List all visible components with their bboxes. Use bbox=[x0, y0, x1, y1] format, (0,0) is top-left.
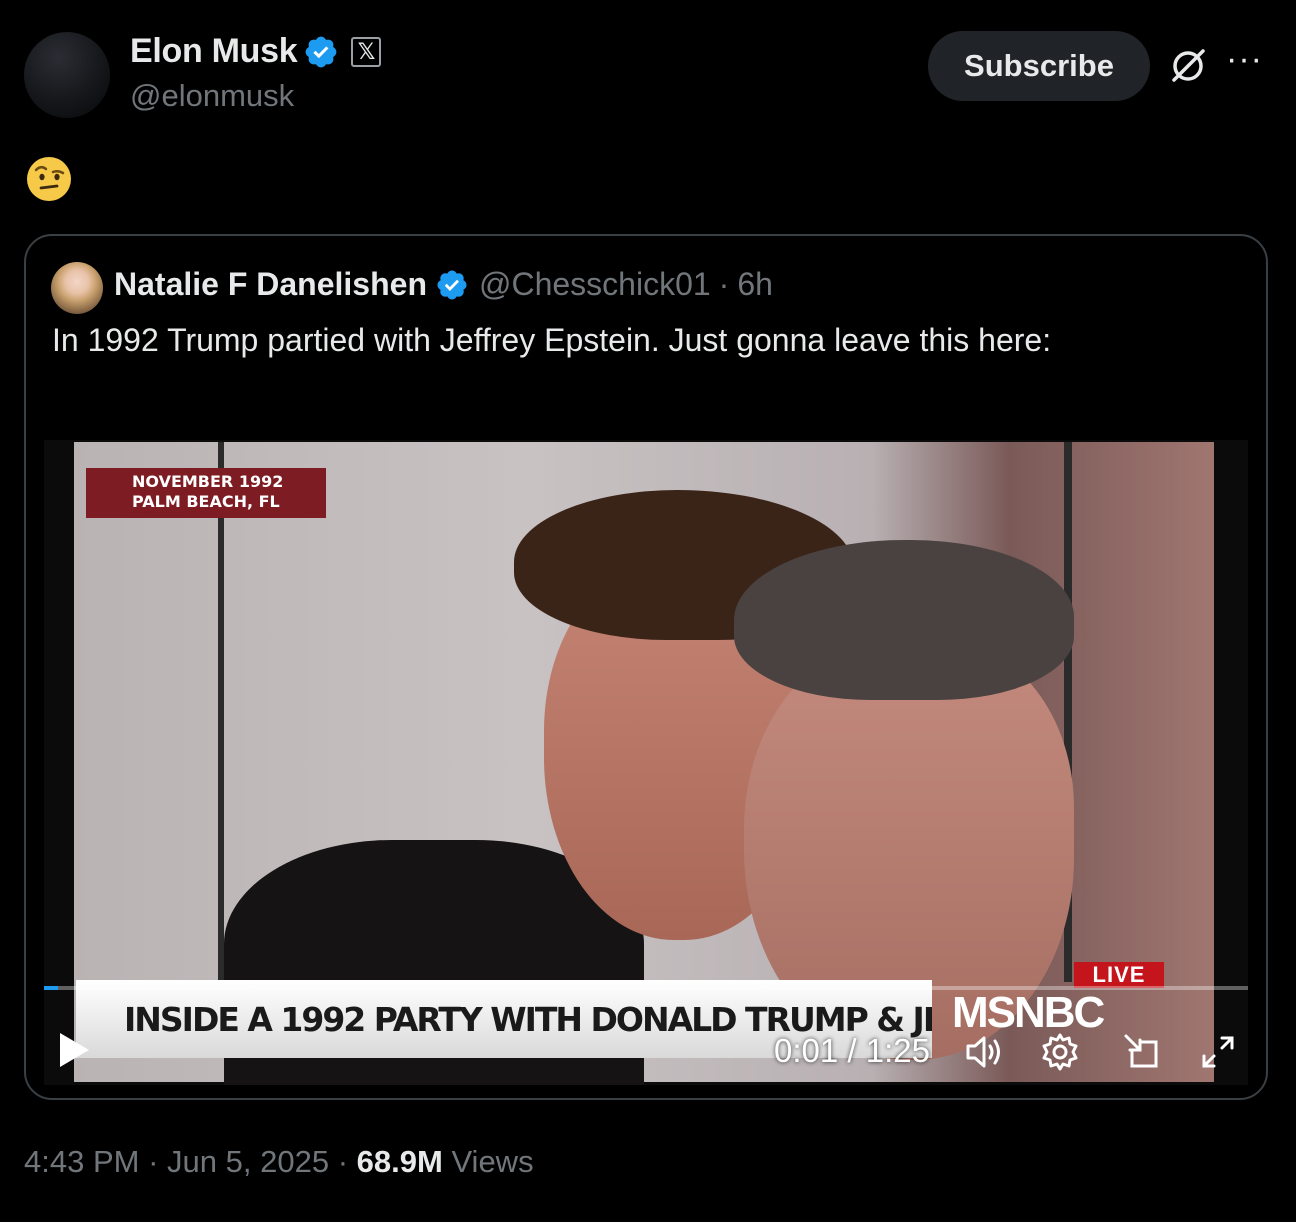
video-live-tag: LIVE bbox=[1074, 962, 1164, 988]
x-affiliate-icon[interactable]: 𝕏 bbox=[351, 36, 382, 67]
verified-badge-icon bbox=[305, 36, 337, 67]
author-name-row[interactable]: Elon Musk 𝕏 bbox=[130, 32, 382, 71]
video-time-display: 0:01 / 1:25 bbox=[774, 1032, 930, 1069]
raised-eyebrow-emoji-icon bbox=[27, 157, 71, 201]
video-date-overlay: NOVEMBER 1992 PALM BEACH, FL bbox=[86, 468, 326, 518]
author-name[interactable]: Elon Musk bbox=[130, 32, 298, 71]
author-handle[interactable]: @elonmusk bbox=[130, 78, 294, 114]
video-scrubber-progress bbox=[44, 986, 59, 990]
video-scrubber[interactable] bbox=[44, 986, 1248, 990]
fullscreen-icon[interactable] bbox=[1196, 1030, 1240, 1074]
post-meta: 4:43 PM · Jun 5, 2025 · 68.9M Views bbox=[24, 1144, 534, 1180]
quoted-author-handle[interactable]: @Chesschick01 bbox=[479, 266, 711, 303]
video-date-line: NOVEMBER 1992 bbox=[132, 472, 284, 491]
quoted-author-name[interactable]: Natalie F Danelishen bbox=[114, 266, 427, 303]
more-icon[interactable]: ··· bbox=[1226, 40, 1263, 79]
author-avatar[interactable] bbox=[24, 32, 110, 118]
video-location-line: PALM BEACH, FL bbox=[132, 492, 280, 511]
subscribe-button[interactable]: Subscribe bbox=[928, 31, 1150, 101]
play-icon[interactable] bbox=[56, 1030, 92, 1070]
gear-icon[interactable] bbox=[1038, 1030, 1082, 1074]
quoted-post-text: In 1992 Trump partied with Jeffrey Epste… bbox=[52, 322, 1052, 358]
video-frame-divider bbox=[218, 442, 224, 982]
post-date[interactable]: Jun 5, 2025 bbox=[167, 1144, 329, 1179]
volume-icon[interactable] bbox=[962, 1030, 1006, 1074]
verified-badge-icon bbox=[437, 269, 467, 300]
quoted-author-avatar[interactable] bbox=[51, 262, 103, 314]
pip-icon[interactable] bbox=[1120, 1030, 1164, 1074]
video-figure-right-hair bbox=[734, 540, 1074, 700]
meta-separator: · bbox=[337, 1144, 349, 1179]
header-separator: · bbox=[718, 266, 730, 302]
quoted-post-time[interactable]: 6h bbox=[737, 266, 773, 303]
views-label: Views bbox=[451, 1144, 534, 1179]
views-count[interactable]: 68.9M bbox=[357, 1144, 443, 1179]
post-time[interactable]: 4:43 PM bbox=[24, 1144, 139, 1179]
video-player[interactable]: NOVEMBER 1992 PALM BEACH, FL INSIDE A 19… bbox=[44, 440, 1248, 1085]
grok-icon[interactable] bbox=[1168, 46, 1208, 86]
quoted-post-header: Natalie F Danelishen @Chesschick01 · 6h bbox=[114, 266, 773, 303]
meta-separator: · bbox=[148, 1144, 159, 1179]
